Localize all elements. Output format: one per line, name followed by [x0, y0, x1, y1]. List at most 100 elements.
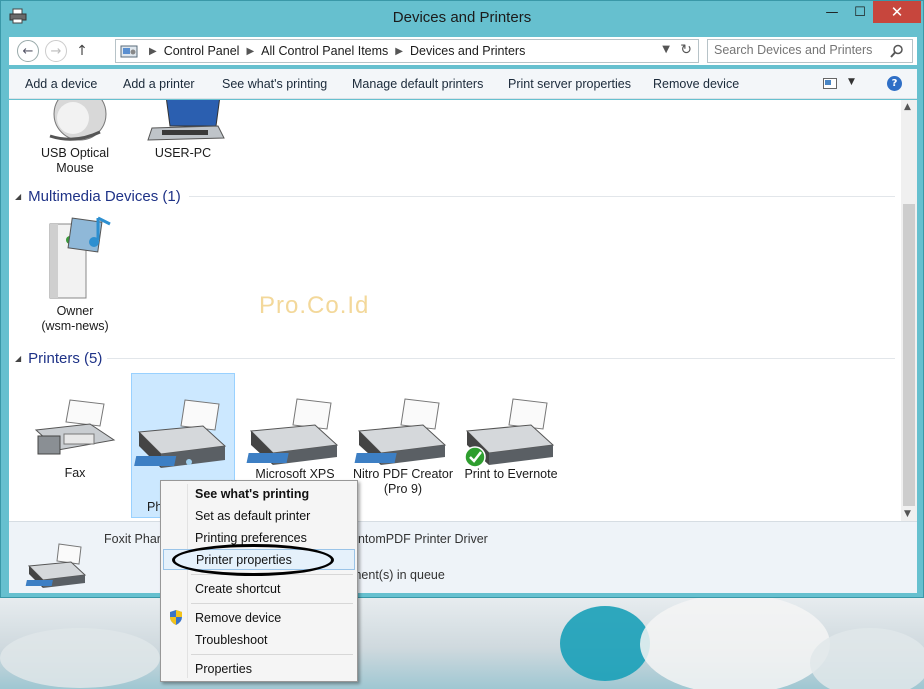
devices-content-pane: USB Optical Mouse USER-PC ◢ Multimedia D…: [9, 100, 901, 521]
breadcrumb-all-items[interactable]: All Control Panel Items: [261, 44, 388, 59]
breadcrumb-sep: ▶: [149, 46, 157, 57]
device-label: (wsm-news): [41, 319, 109, 333]
device-fax[interactable]: Fax: [23, 396, 127, 481]
printer-default-icon: [464, 398, 555, 467]
scrollbar-thumb[interactable]: [903, 204, 915, 506]
menu-item-label: Create shortcut: [195, 581, 281, 596]
menu-separator: [191, 603, 353, 604]
device-media-owner[interactable]: Owner (wsm-news): [23, 214, 127, 334]
device-label: Fax: [64, 466, 86, 480]
navigation-bar: ← → ↑ ▶ Control Panel ▶ All Control Pane…: [9, 37, 917, 65]
manage-default-printers-button[interactable]: Manage default printers: [352, 77, 483, 91]
group-header-printers[interactable]: ◢ Printers (5): [15, 348, 102, 368]
remove-device-button[interactable]: Remove device: [653, 77, 739, 91]
menu-item-properties[interactable]: Properties: [163, 658, 355, 679]
command-bar: Add a device Add a printer See what's pr…: [9, 69, 917, 99]
printer-icon: [134, 399, 227, 468]
refresh-icon[interactable]: ↻: [680, 42, 692, 58]
breadcrumb-devices-printers[interactable]: Devices and Printers: [410, 44, 525, 59]
device-label: (Pro 9): [383, 482, 423, 496]
add-printer-button[interactable]: Add a printer: [123, 77, 195, 91]
menu-item-label: Printer properties: [196, 552, 292, 567]
forward-button[interactable]: →: [45, 40, 67, 62]
collapse-triangle-icon[interactable]: ◢: [15, 354, 21, 363]
device-user-pc[interactable]: USER-PC: [131, 100, 235, 161]
device-label: Owner: [56, 304, 94, 318]
printer-icon: [354, 398, 447, 465]
details-driver: antomPDF Printer Driver: [351, 532, 488, 546]
up-button[interactable]: ↑: [71, 40, 93, 62]
add-device-button[interactable]: Add a device: [25, 77, 97, 91]
mouse-icon: [49, 100, 107, 141]
device-label: USER-PC: [154, 146, 212, 160]
menu-item-set-default[interactable]: Set as default printer: [163, 505, 355, 526]
scroll-up-icon[interactable]: ▲: [904, 102, 911, 112]
group-header-multimedia[interactable]: ◢ Multimedia Devices (1): [15, 186, 181, 206]
group-title: Multimedia Devices (1): [28, 187, 181, 205]
watermark-text: Pro.Co.Id: [259, 292, 370, 319]
shield-icon: [170, 610, 182, 625]
devices-printers-window: Devices and Printers — ☐ ✕ ← → ↑ ▶ Contr…: [0, 0, 924, 598]
minimize-button[interactable]: —: [819, 1, 845, 23]
change-view-icon[interactable]: [823, 78, 837, 89]
device-label: Print to Evernote: [464, 467, 558, 481]
group-divider: [107, 358, 895, 359]
media-server-icon: [49, 216, 111, 299]
desktop-background: [0, 594, 924, 689]
device-label: Mouse: [56, 161, 94, 175]
details-queue-status: ment(s) in queue: [351, 568, 445, 582]
details-device-name: Foxit Phar: [104, 532, 161, 546]
menu-item-remove-device[interactable]: Remove device: [163, 607, 355, 628]
print-server-properties-button[interactable]: Print server properties: [508, 77, 631, 91]
device-label: Nitro PDF Creator: [352, 467, 454, 481]
menu-item-label: Troubleshoot: [195, 632, 268, 647]
menu-item-see-whats-printing[interactable]: See what's printing: [163, 483, 355, 504]
device-microsoft-xps[interactable]: Microsoft XPS: [243, 395, 347, 482]
see-whats-printing-button[interactable]: See what's printing: [222, 77, 327, 91]
address-bar[interactable]: ▶ Control Panel ▶ All Control Panel Item…: [115, 39, 699, 63]
control-panel-icon: [120, 45, 138, 58]
collapse-triangle-icon[interactable]: ◢: [15, 192, 21, 201]
search-icon[interactable]: [890, 44, 904, 58]
desktop-decoration: [0, 628, 160, 688]
breadcrumb-control-panel[interactable]: Control Panel: [164, 44, 240, 59]
maximize-button[interactable]: ☐: [847, 1, 873, 23]
help-icon[interactable]: ?: [887, 76, 902, 91]
menu-item-printer-properties[interactable]: Printer properties: [163, 549, 355, 570]
close-button[interactable]: ✕: [873, 1, 921, 23]
menu-item-troubleshoot[interactable]: Troubleshoot: [163, 629, 355, 650]
scroll-down-icon[interactable]: ▼: [904, 509, 911, 519]
breadcrumb-sep: ▶: [246, 46, 255, 57]
printer-icon: [25, 543, 87, 588]
menu-separator: [191, 654, 353, 655]
menu-item-label: Printing preferences: [195, 530, 307, 545]
menu-item-printing-preferences[interactable]: Printing preferences: [163, 527, 355, 548]
search-box[interactable]: [707, 39, 913, 63]
search-input[interactable]: [714, 43, 884, 57]
fax-icon: [34, 399, 116, 455]
title-bar[interactable]: Devices and Printers — ☐ ✕: [1, 1, 923, 33]
desktop-decoration: [640, 594, 830, 689]
desktop-decoration: [810, 628, 924, 689]
window-title: Devices and Printers: [392, 9, 532, 26]
chevron-down-icon[interactable]: ▼: [662, 44, 670, 55]
breadcrumb: ▶ Control Panel ▶ All Control Panel Item…: [142, 44, 525, 59]
menu-item-label: Properties: [195, 661, 252, 676]
menu-separator: [191, 574, 353, 575]
chevron-down-icon[interactable]: ▼: [848, 77, 855, 87]
menu-item-label: Remove device: [195, 610, 282, 625]
group-title: Printers (5): [28, 349, 103, 367]
context-menu: See what's printing Set as default print…: [160, 480, 358, 682]
group-divider: [189, 196, 895, 197]
details-pane: Foxit Phar antomPDF Printer Driver ment(…: [9, 521, 917, 593]
vertical-scrollbar[interactable]: ▲ ▼: [901, 100, 917, 521]
device-print-to-evernote[interactable]: Print to Evernote: [459, 395, 563, 482]
desktop-decoration: [560, 606, 650, 681]
back-button[interactable]: ←: [17, 40, 39, 62]
device-nitro-pdf[interactable]: Nitro PDF Creator (Pro 9): [351, 395, 455, 497]
menu-item-create-shortcut[interactable]: Create shortcut: [163, 578, 355, 599]
device-label: USB Optical: [40, 146, 110, 160]
menu-item-label: Set as default printer: [195, 508, 311, 523]
device-usb-mouse[interactable]: USB Optical Mouse: [23, 100, 127, 176]
menu-item-label: See what's printing: [195, 486, 310, 501]
